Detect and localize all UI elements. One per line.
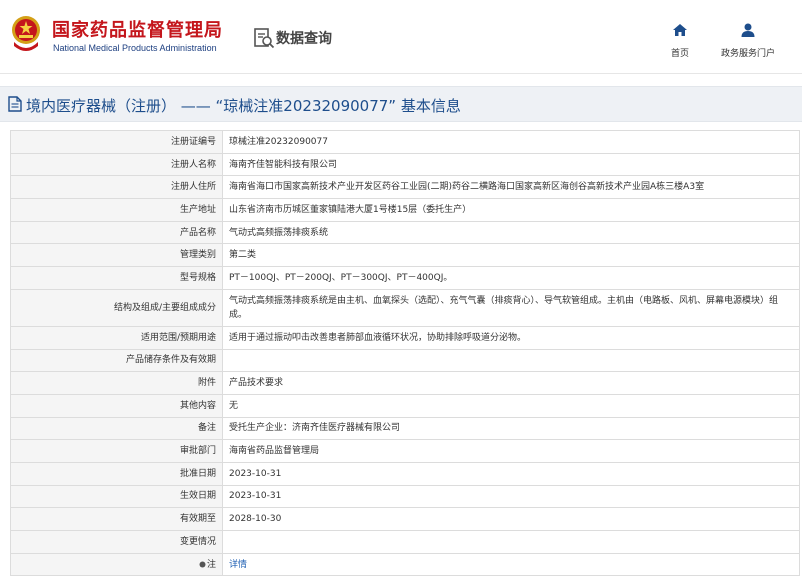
row-value: 产品技术要求 xyxy=(222,371,800,395)
device-detail-table: 注册证编号 琼械注准20232090077 注册人名称 海南齐佳智能科技有限公司 注… xyxy=(10,130,800,577)
table-row: 有效期至 2028-10-30 xyxy=(10,507,800,531)
nav-portal-label: 政务服务门户 xyxy=(720,49,775,59)
row-value: 琼械注准20232090077 xyxy=(222,130,800,154)
table-row: 审批部门 海南省药品监督管理局 xyxy=(10,439,800,463)
row-label: 适用范围/预期用途 xyxy=(10,325,223,350)
row-value: 2023-10-31 xyxy=(222,484,800,509)
row-label: 产品名称 xyxy=(10,220,223,245)
row-label: 审批部门 xyxy=(10,439,223,463)
table-row: 型号规格 PT－100QJ、PT－200QJ、PT－300QJ、PT－400QJ。 xyxy=(10,266,800,290)
page-title-bar: 境内医疗器械（注册） —— “琼械注准20232090077” 基本信息 xyxy=(0,86,802,122)
national-emblem-icon xyxy=(12,16,40,51)
row-value: 适用于通过振动叩击改善患者肺部血液循环状况，协助排除呼吸道分泌物。 xyxy=(222,325,800,350)
row-label: 型号规格 xyxy=(10,266,223,290)
table-row: 注册人名称 海南齐佳智能科技有限公司 xyxy=(10,152,800,177)
bullet-icon xyxy=(199,561,206,568)
table-row: 注册人住所 海南省海口市国家高新技术产业开发区药谷工业园(二期)药谷二横路海口国家… xyxy=(10,175,800,200)
row-label: 附件 xyxy=(10,371,223,395)
site-header: 国家药品监督管理局 National Medical Products Admi… xyxy=(0,0,802,74)
table-row: 适用范围/预期用途 适用于通过振动叩击改善患者肺部血液循环状况，协助排除呼吸道分泌… xyxy=(10,325,800,350)
row-value: 山东省济南市历城区董家镇陆港大厦1号楼15层（委托生产） xyxy=(222,198,800,222)
row-label: 其他内容 xyxy=(10,393,223,418)
row-value: 2023-10-31 xyxy=(222,461,800,486)
section-title: 数据查询 xyxy=(276,31,332,47)
table-row: 管理类别 第二类 xyxy=(10,243,800,268)
table-row: 备注 受托生产企业：济南齐佳医疗器械有限公司 xyxy=(10,416,800,441)
row-value xyxy=(222,530,800,554)
row-value: 受托生产企业：济南齐佳医疗器械有限公司 xyxy=(222,416,800,441)
row-label: 管理类别 xyxy=(10,243,223,268)
site-name-cn: 国家药品监督管理局 xyxy=(52,20,223,41)
table-row: 产品名称 气动式高频振荡排痰系统 xyxy=(10,220,800,245)
row-label: 注册人住所 xyxy=(10,175,223,200)
table-row: 产品储存条件及有效期 xyxy=(10,348,800,373)
note-label: 注 xyxy=(206,559,216,570)
row-value: 2028-10-30 xyxy=(222,507,800,531)
row-value: 气动式高频振荡排痰系统 xyxy=(222,220,800,245)
table-row: 注册证编号 琼械注准20232090077 xyxy=(10,130,800,154)
row-value: 第二类 xyxy=(222,243,800,268)
row-label: 产品储存条件及有效期 xyxy=(10,348,223,373)
data-query-icon xyxy=(254,28,275,49)
row-label: 注册人名称 xyxy=(10,152,223,177)
details-link[interactable]: 详情 xyxy=(222,552,800,577)
row-label: 注册证编号 xyxy=(10,130,223,154)
table-row: 附件 产品技术要求 xyxy=(10,371,800,395)
table-row: 结构及组成/主要组成成分 气动式高频振荡排痰系统是由主机、血氧探头（选配）、充气气… xyxy=(10,288,800,327)
row-value: 无 xyxy=(222,393,800,418)
site-name-en: National Medical Products Administration xyxy=(53,43,217,53)
row-value xyxy=(222,348,800,373)
home-icon xyxy=(673,24,687,36)
row-label: 变更情况 xyxy=(10,530,223,554)
row-label: 有效期至 xyxy=(10,507,223,531)
row-label: 生效日期 xyxy=(10,484,223,509)
row-label-note: 注 xyxy=(10,552,223,577)
row-value: 海南省海口市国家高新技术产业开发区药谷工业园(二期)药谷二横路海口国家高新区海创… xyxy=(222,175,800,200)
table-row: 变更情况 xyxy=(10,530,800,554)
row-value: 气动式高频振荡排痰系统是由主机、血氧探头（选配）、充气气囊（排痰背心）、导气软管… xyxy=(222,288,800,327)
nav-home-label: 首页 xyxy=(670,49,689,59)
row-label: 批准日期 xyxy=(10,461,223,486)
row-label: 结构及组成/主要组成成分 xyxy=(10,288,223,327)
user-icon xyxy=(741,23,755,37)
row-value: 海南省药品监督管理局 xyxy=(222,439,800,463)
row-value: 海南齐佳智能科技有限公司 xyxy=(222,152,800,177)
table-row: 生效日期 2023-10-31 xyxy=(10,484,800,509)
table-row: 生产地址 山东省济南市历城区董家镇陆港大厦1号楼15层（委托生产） xyxy=(10,198,800,222)
document-icon xyxy=(8,96,22,112)
row-label: 生产地址 xyxy=(10,198,223,222)
row-label: 备注 xyxy=(10,416,223,441)
page-title: 境内医疗器械（注册） —— “琼械注准20232090077” 基本信息 xyxy=(26,97,461,115)
table-row: 其他内容无 xyxy=(10,393,800,418)
table-row: 注 详情 xyxy=(10,552,800,577)
table-row: 批准日期 2023-10-31 xyxy=(10,461,800,486)
nav-home-link[interactable]: 首页 xyxy=(664,22,696,59)
nav-portal-link[interactable]: 政务服务门户 xyxy=(712,22,784,59)
row-value: PT－100QJ、PT－200QJ、PT－300QJ、PT－400QJ。 xyxy=(222,266,800,290)
